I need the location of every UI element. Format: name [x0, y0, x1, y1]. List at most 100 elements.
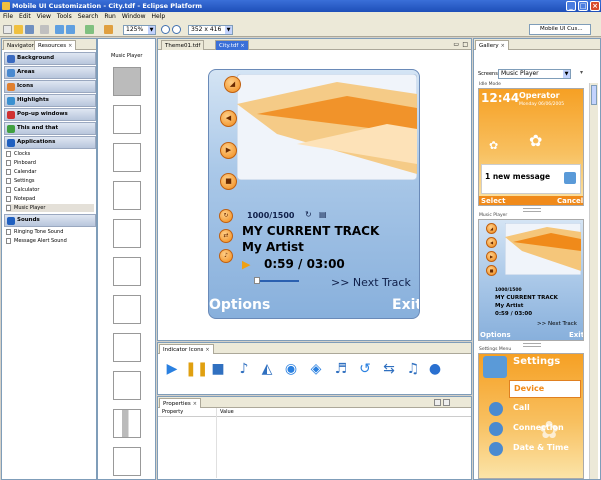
app-item-clocks[interactable]: Clocks: [6, 150, 94, 158]
settings-item-call[interactable]: Call: [513, 403, 530, 412]
thumbnail[interactable]: [113, 219, 141, 248]
thumbnail[interactable]: [113, 333, 141, 362]
box-icon[interactable]: ◈: [307, 360, 325, 378]
open-folder-icon[interactable]: [14, 25, 23, 34]
close-button[interactable]: ×: [590, 1, 600, 11]
pause-icon[interactable]: ❚❚: [185, 360, 208, 378]
undo-icon[interactable]: [55, 25, 64, 34]
thumbnail[interactable]: [113, 105, 141, 134]
thumbnail[interactable]: [113, 409, 141, 438]
thumbnail[interactable]: [113, 181, 141, 210]
category-areas[interactable]: Areas: [4, 66, 96, 79]
tab-resources[interactable]: Resources ×: [34, 40, 77, 50]
tab-theme01[interactable]: Theme01.tdf: [161, 40, 205, 50]
menu-tools[interactable]: Tools: [57, 12, 72, 22]
speaker-icon[interactable]: ◭: [258, 360, 276, 378]
category-icons[interactable]: Icons: [4, 80, 96, 93]
app-item-music-player[interactable]: Music Player: [6, 204, 94, 212]
volume-button[interactable]: ♪: [219, 249, 233, 263]
filter-icon[interactable]: [443, 399, 450, 406]
eject-button[interactable]: ◢: [224, 76, 241, 93]
tab-gallery[interactable]: Gallery ×: [475, 40, 509, 50]
menu-view[interactable]: View: [37, 12, 51, 22]
audio-icon[interactable]: ♬: [332, 360, 350, 378]
splitter[interactable]: [523, 343, 541, 347]
scrollbar-thumb[interactable]: [591, 85, 597, 105]
shuffle-icon[interactable]: ⇆: [380, 360, 398, 378]
tab-properties[interactable]: Properties ×: [159, 398, 201, 408]
thumbnail[interactable]: [113, 257, 141, 286]
exit-softkey[interactable]: Exit: [392, 297, 419, 313]
note-icon[interactable]: ♪: [235, 360, 253, 378]
stop-button[interactable]: ■: [486, 265, 497, 276]
zoom-select[interactable]: 125% ▼: [123, 25, 156, 35]
minimize-button[interactable]: _: [566, 1, 576, 11]
category-applications[interactable]: Applications: [4, 136, 96, 149]
app-item-notepad[interactable]: Notepad: [6, 195, 94, 203]
app-item-settings[interactable]: Settings: [6, 177, 94, 185]
gallery-options-softkey[interactable]: Options: [480, 331, 511, 339]
redo-icon[interactable]: [66, 25, 75, 34]
tab-indicator-icons[interactable]: Indicator Icons ×: [159, 344, 214, 354]
eject-button[interactable]: ◢: [486, 223, 497, 234]
menu-window[interactable]: Window: [122, 12, 146, 22]
stop-button[interactable]: ■: [220, 173, 237, 190]
category-popup-windows[interactable]: Pop-up windows: [4, 108, 96, 121]
thumbnail[interactable]: [113, 447, 141, 476]
preview-icon[interactable]: [104, 25, 113, 34]
app-item-pinboard[interactable]: Pinboard: [6, 159, 94, 167]
previous-button[interactable]: ◀: [486, 237, 497, 248]
zoom-in-icon[interactable]: [161, 25, 170, 34]
tab-navigator[interactable]: Navigator: [3, 40, 38, 50]
thumbnail[interactable]: [113, 295, 141, 324]
music-note-icon[interactable]: ♫: [404, 360, 422, 378]
settings-preview[interactable]: Settings Device Call Connection Date & T…: [478, 353, 584, 479]
menu-help[interactable]: Help: [152, 12, 166, 22]
menu-file[interactable]: File: [3, 12, 13, 22]
print-icon[interactable]: [40, 25, 49, 34]
thumbnail[interactable]: [113, 143, 141, 172]
tab-city[interactable]: City.tdf ×: [215, 40, 249, 50]
run-icon[interactable]: [85, 25, 94, 34]
app-item-calculator[interactable]: Calculator: [6, 186, 94, 194]
sound-item-ringing-tone[interactable]: Ringing Tone Sound: [6, 228, 94, 236]
progress-handle[interactable]: [254, 277, 260, 284]
disc-icon[interactable]: ◉: [282, 360, 300, 378]
repeat-button[interactable]: ⇄: [219, 229, 233, 243]
play-icon[interactable]: ▶: [163, 360, 181, 378]
repeat-icon[interactable]: ↺: [356, 360, 374, 378]
sound-item-message-alert[interactable]: Message Alert Sound: [6, 237, 94, 245]
cancel-softkey[interactable]: Cancel: [557, 197, 583, 205]
next-button[interactable]: ▶: [486, 251, 497, 262]
menu-edit[interactable]: Edit: [19, 12, 31, 22]
perspective-button[interactable]: Mobile UI Cus...: [529, 24, 591, 35]
menu-run[interactable]: Run: [104, 12, 116, 22]
thumbnail[interactable]: [113, 67, 141, 96]
stop-icon[interactable]: ■: [209, 360, 227, 378]
thumbnail[interactable]: [113, 371, 141, 400]
category-background[interactable]: Background: [4, 52, 96, 65]
message-box[interactable]: 1 new message: [481, 164, 581, 194]
maximize-view-icon[interactable]: □: [462, 40, 468, 50]
resolution-select[interactable]: 352 x 416 ▼: [188, 25, 233, 35]
splitter[interactable]: [523, 208, 541, 212]
options-softkey[interactable]: Options: [209, 297, 270, 313]
settings-item-date-time[interactable]: Date & Time: [513, 443, 569, 452]
category-sounds[interactable]: Sounds: [4, 214, 96, 227]
app-item-calendar[interactable]: Calendar: [6, 168, 94, 176]
category-highlights[interactable]: Highlights: [4, 94, 96, 107]
sort-icon[interactable]: [434, 399, 441, 406]
music-preview[interactable]: ◢ ◀ ▶ ■ 1000/1500 MY CURRENT TRACK My Ar…: [478, 219, 584, 341]
select-softkey[interactable]: Select: [481, 197, 505, 205]
next-button[interactable]: ▶: [220, 142, 237, 159]
progress-bar[interactable]: [257, 280, 299, 282]
gallery-exit-softkey[interactable]: Exit: [569, 331, 583, 339]
category-this-and-that[interactable]: This and that: [4, 122, 96, 135]
zoom-out-icon[interactable]: [172, 25, 181, 34]
previous-button[interactable]: ◀: [220, 110, 237, 127]
globe-icon[interactable]: ●: [426, 360, 444, 378]
new-file-icon[interactable]: [3, 25, 12, 34]
shuffle-button[interactable]: ↻: [219, 209, 233, 223]
maximize-button[interactable]: □: [578, 1, 588, 11]
save-icon[interactable]: [25, 25, 34, 34]
